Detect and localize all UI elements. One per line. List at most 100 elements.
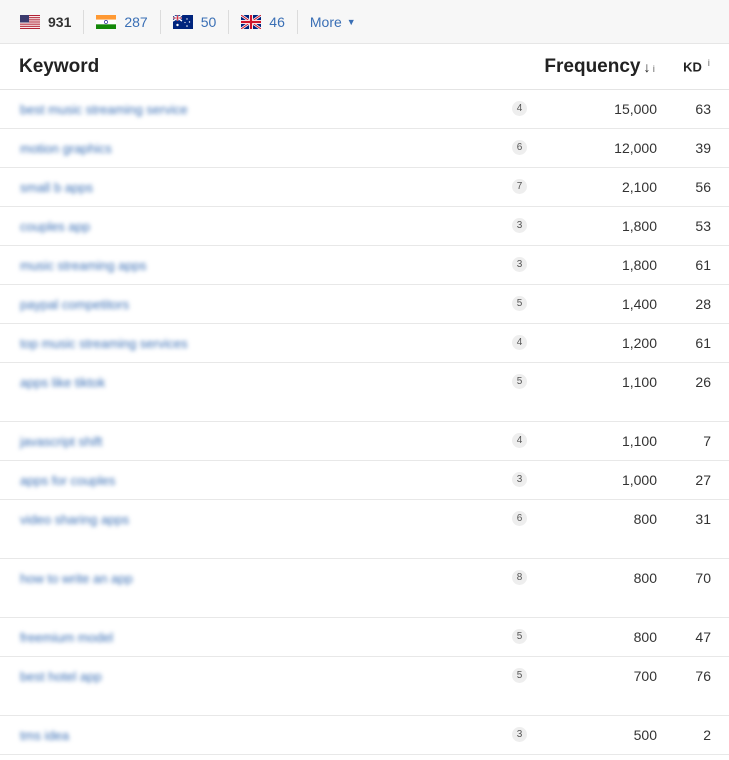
word-count-badge: 3 [512,727,527,742]
kd-value: 56 [695,179,711,195]
keyword-link[interactable]: music streaming apps [20,258,146,273]
kd-info-icon[interactable]: i [707,58,710,68]
sort-down-icon: ↓ [643,58,651,75]
keyword-link[interactable]: top music streaming services [20,336,188,351]
frequency-value: 500 [633,727,657,743]
word-count-badge: 5 [512,296,527,311]
table-row: video sharing apps 6 800 31 [0,500,729,559]
frequency-value: 15,000 [614,101,657,117]
word-count-badge: 3 [512,257,527,272]
kd-value: 7 [703,433,711,449]
frequency-value: 800 [633,511,657,527]
keyword-link[interactable]: best music streaming service [20,102,188,117]
keyword-link[interactable]: freemium model [20,630,113,645]
frequency-value: 1,400 [621,296,657,312]
word-count-badge: 6 [512,140,527,155]
keyword-link[interactable]: best hotel app [20,669,102,684]
frequency-label: Frequency [544,55,641,77]
kd-value: 70 [695,570,711,586]
country-us[interactable]: 931 [20,10,83,34]
keyword-link[interactable]: video sharing apps [20,512,129,527]
keyword-link[interactable]: small b apps [20,180,93,195]
keyword-link[interactable]: apps for couples [20,473,115,488]
country-us-count: 931 [48,13,72,30]
word-count-badge: 4 [512,433,527,448]
country-uk-count: 46 [269,13,285,30]
frequency-value: 1,800 [621,257,657,273]
kd-value: 28 [695,296,711,312]
kd-value: 76 [695,668,711,684]
table-row: small b apps 7 2,100 56 [0,168,729,207]
word-count-badge: 5 [512,374,527,389]
keyword-link[interactable]: how to write an app [20,571,133,586]
table-row: how to write an app 8 800 70 [0,559,729,618]
table-row: apps for couples 3 1,000 27 [0,461,729,500]
table-row: top music streaming services 4 1,200 61 [0,324,729,363]
frequency-value: 1,000 [621,472,657,488]
country-australia-count: 50 [200,13,217,30]
country-australia[interactable]: 50 [159,9,229,34]
frequency-value: 1,800 [621,218,657,234]
word-count-badge: 4 [512,101,527,116]
table-row: music streaming apps 3 1,800 61 [0,246,729,285]
table-row: tms idea 3 500 2 [0,716,729,755]
word-count-badge: 5 [512,629,527,644]
table-row: freemium model 5 800 47 [0,618,729,657]
table-row: paypal competitors 5 1,400 28 [0,285,729,324]
more-label: More [309,13,342,30]
more-countries-button[interactable]: More ▼ [296,9,356,34]
kd-label: KD [683,59,702,75]
country-india-count: 287 [124,13,148,30]
uk-flag-icon [241,14,262,29]
keyword-link[interactable]: motion graphics [20,141,112,156]
frequency-value: 800 [633,570,657,586]
keyword-link[interactable]: couples app [20,219,90,234]
country-india[interactable]: 287 [83,9,159,34]
column-header-frequency[interactable]: Frequency ↓ i [544,56,655,78]
frequency-value: 1,100 [621,433,657,449]
column-header-kd[interactable]: KD i [683,58,710,74]
keyword-link[interactable]: paypal competitors [20,297,129,312]
word-count-badge: 6 [512,511,527,526]
caret-down-icon: ▼ [346,16,356,27]
word-count-badge: 3 [512,218,527,233]
word-count-badge: 4 [512,335,527,350]
kd-value: 61 [695,257,711,273]
kd-value: 53 [695,218,711,234]
frequency-info-icon[interactable]: i [652,64,655,74]
frequency-value: 800 [633,629,657,645]
word-count-badge: 5 [512,668,527,683]
kd-value: 63 [695,101,711,117]
table-row: motion graphics 6 12,000 39 [0,129,729,168]
table-row: couples app 3 1,800 53 [0,207,729,246]
country-filter-bar: 931 287 50 46 More ▼ [0,0,729,44]
table-row: javascript shift 4 1,100 7 [0,422,729,461]
kd-value: 31 [695,511,711,527]
kd-value: 61 [695,335,711,351]
keyword-link[interactable]: apps like tiktok [20,375,105,390]
kd-value: 47 [695,629,711,645]
frequency-value: 700 [633,668,657,684]
kd-value: 39 [695,140,711,156]
country-uk[interactable]: 46 [228,9,297,34]
table-row: best hotel app 5 700 76 [0,657,729,716]
keyword-link[interactable]: javascript shift [20,434,102,449]
kd-value: 27 [695,472,711,488]
kd-value: 2 [703,727,711,743]
word-count-badge: 8 [512,570,527,585]
column-header-keyword[interactable]: Keyword [19,56,99,78]
table-row: best music streaming service 4 15,000 63 [0,90,729,129]
frequency-value: 12,000 [614,140,657,156]
word-count-badge: 7 [512,179,527,194]
frequency-value: 1,200 [621,335,657,351]
table-row: apps like tiktok 5 1,100 26 [0,363,729,422]
word-count-badge: 3 [512,472,527,487]
frequency-value: 1,100 [621,374,657,390]
keyword-table-body: best music streaming service 4 15,000 63 mot… [0,90,729,755]
india-flag-icon [96,14,117,29]
table-header: Keyword Frequency ↓ i KD i [0,44,729,90]
us-flag-icon [20,14,40,29]
frequency-value: 2,100 [621,179,657,195]
australia-flag-icon [172,14,193,29]
keyword-link[interactable]: tms idea [20,728,69,743]
